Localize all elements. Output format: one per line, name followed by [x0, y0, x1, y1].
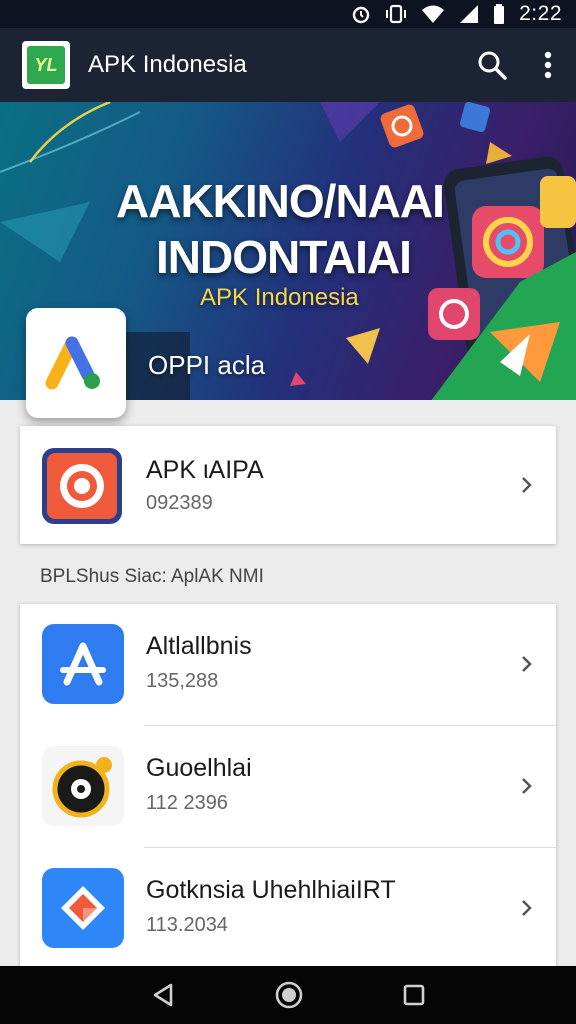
status-bar: 2:22: [0, 0, 576, 28]
list-item-icon: [42, 868, 124, 948]
chevron-right-icon: [522, 900, 532, 916]
alarm-icon: [352, 6, 370, 24]
status-time: 2:22: [519, 2, 562, 25]
featured-app-icon: [42, 448, 122, 524]
list-item-subtitle: 135,288: [146, 670, 219, 692]
chevron-right-icon: [522, 778, 532, 794]
app-logo: YL: [22, 41, 70, 89]
list-item[interactable]: Gotknsia UhehlhiaiIRT 113.2034: [20, 848, 556, 968]
list-item-icon: [42, 624, 124, 704]
app-toolbar: YL APK Indonesia: [0, 28, 576, 102]
system-nav-bar: [0, 966, 576, 1024]
vibrate-icon: [386, 4, 407, 24]
hero-title-line2: INDONTAIAI: [156, 231, 412, 283]
hero-title-line1: AAKKINO/NAAI: [116, 175, 445, 227]
app-list: Altlallbnis 135,288 Guoelhlai 112 2396 G…: [20, 604, 556, 966]
list-item-title: Guoelhlai: [146, 754, 252, 782]
battery-icon: [494, 4, 505, 24]
recents-icon[interactable]: [401, 982, 427, 1008]
featured-row[interactable]: APK ιAIPA 092389: [20, 426, 556, 544]
back-icon[interactable]: [149, 981, 177, 1009]
overflow-menu-button[interactable]: [520, 37, 576, 93]
more-vert-icon: [544, 51, 552, 79]
list-item-icon: [42, 746, 124, 826]
wifi-icon: [422, 5, 445, 23]
featured-app-title: APK ιAIPA: [146, 456, 264, 484]
list-item-subtitle: 112 2396: [146, 792, 228, 814]
featured-app-subtitle: 092389: [146, 492, 213, 514]
disc-icon: [52, 757, 112, 818]
featured-app-card[interactable]: APK ιAIPA 092389: [20, 426, 556, 544]
chevron-right-icon: [522, 656, 532, 672]
target-icon: [47, 453, 117, 519]
home-icon[interactable]: [274, 980, 304, 1010]
signal-icon: [460, 5, 479, 23]
list-item[interactable]: Altlallbnis 135,288: [20, 604, 556, 724]
diamond-icon: [61, 886, 105, 930]
list-item[interactable]: Guoelhlai 112 2396: [20, 726, 556, 846]
search-button[interactable]: [464, 37, 520, 93]
hero-app-tile[interactable]: [26, 308, 126, 418]
app-store-icon: [60, 642, 106, 686]
app-logo-mark: YL: [27, 46, 65, 84]
chevron-right-icon: [522, 477, 532, 493]
list-item-subtitle: 113.2034: [146, 914, 228, 936]
list-item-title: Altlallbnis: [146, 632, 252, 660]
toolbar-title: APK Indonesia: [88, 51, 247, 78]
hero-caption: OPPI acla: [148, 350, 266, 380]
search-icon: [478, 51, 507, 80]
ads-logo-icon: [45, 336, 100, 390]
hero-subtitle: APK Indonesia: [200, 284, 359, 311]
section-header: BPLShus Siac: AplAK NMI: [40, 566, 264, 587]
list-item-title: Gotknsia UhehlhiaiIRT: [146, 876, 396, 904]
